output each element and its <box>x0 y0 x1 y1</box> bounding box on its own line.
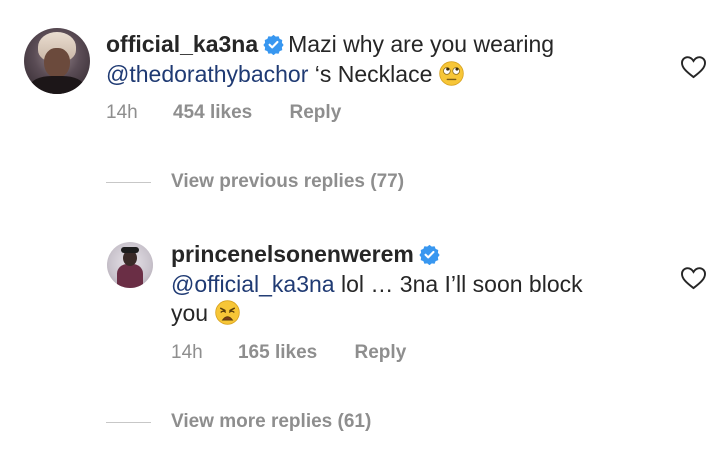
comment-text: lol … 3na I’ll soon block <box>334 271 583 297</box>
verified-badge-icon <box>419 244 440 265</box>
comment-timestamp: 14h <box>171 342 203 363</box>
view-more-replies-button[interactable]: View more replies (61) <box>106 411 371 433</box>
comment-text: Mazi why are you wearing <box>288 31 555 57</box>
thread-line <box>106 421 151 423</box>
comment-username[interactable]: official_ka3na <box>106 31 258 57</box>
reply-line-2: @official_ka3na lol … 3na I’ll soon bloc… <box>171 270 583 298</box>
comment-mention[interactable]: @thedorathybachor <box>106 61 308 87</box>
eye-roll-emoji-icon <box>439 61 465 86</box>
weary-face-emoji-icon <box>215 300 240 325</box>
comment-thread: official_ka3na Mazi why are you wearing @… <box>0 0 717 466</box>
comment-text-cont: you <box>171 300 209 326</box>
view-replies-label: View more replies (61) <box>171 411 372 432</box>
comment-timestamp: 14h <box>106 102 138 123</box>
comment-meta: 14h 165 likes Reply <box>171 342 406 364</box>
view-previous-replies-button[interactable]: View previous replies (77) <box>106 171 404 193</box>
thread-line <box>106 181 151 183</box>
comment-line-1: official_ka3na Mazi why are you wearing <box>106 30 554 58</box>
view-replies-label: View previous replies (77) <box>171 171 405 192</box>
avatar[interactable] <box>107 242 153 288</box>
comment-username[interactable]: princenelsonenwerem <box>171 241 414 267</box>
comment-text-cont: ‘s Necklace <box>308 61 433 87</box>
comment-line-2: @thedorathybachor ‘s Necklace <box>106 60 465 88</box>
heart-outline-icon[interactable] <box>680 55 707 79</box>
comment-mention[interactable]: @official_ka3na <box>171 271 335 297</box>
reply-line-1: princenelsonenwerem <box>171 240 444 268</box>
verified-badge-icon <box>263 34 284 55</box>
avatar[interactable] <box>24 28 90 94</box>
comment-meta: 14h 454 likes Reply <box>106 102 341 124</box>
likes-count[interactable]: 454 likes <box>173 102 252 124</box>
heart-outline-icon[interactable] <box>680 266 707 290</box>
reply-line-3: you <box>171 299 241 327</box>
reply-button[interactable]: Reply <box>355 342 407 364</box>
likes-count[interactable]: 165 likes <box>238 342 317 364</box>
reply-button[interactable]: Reply <box>290 102 342 124</box>
